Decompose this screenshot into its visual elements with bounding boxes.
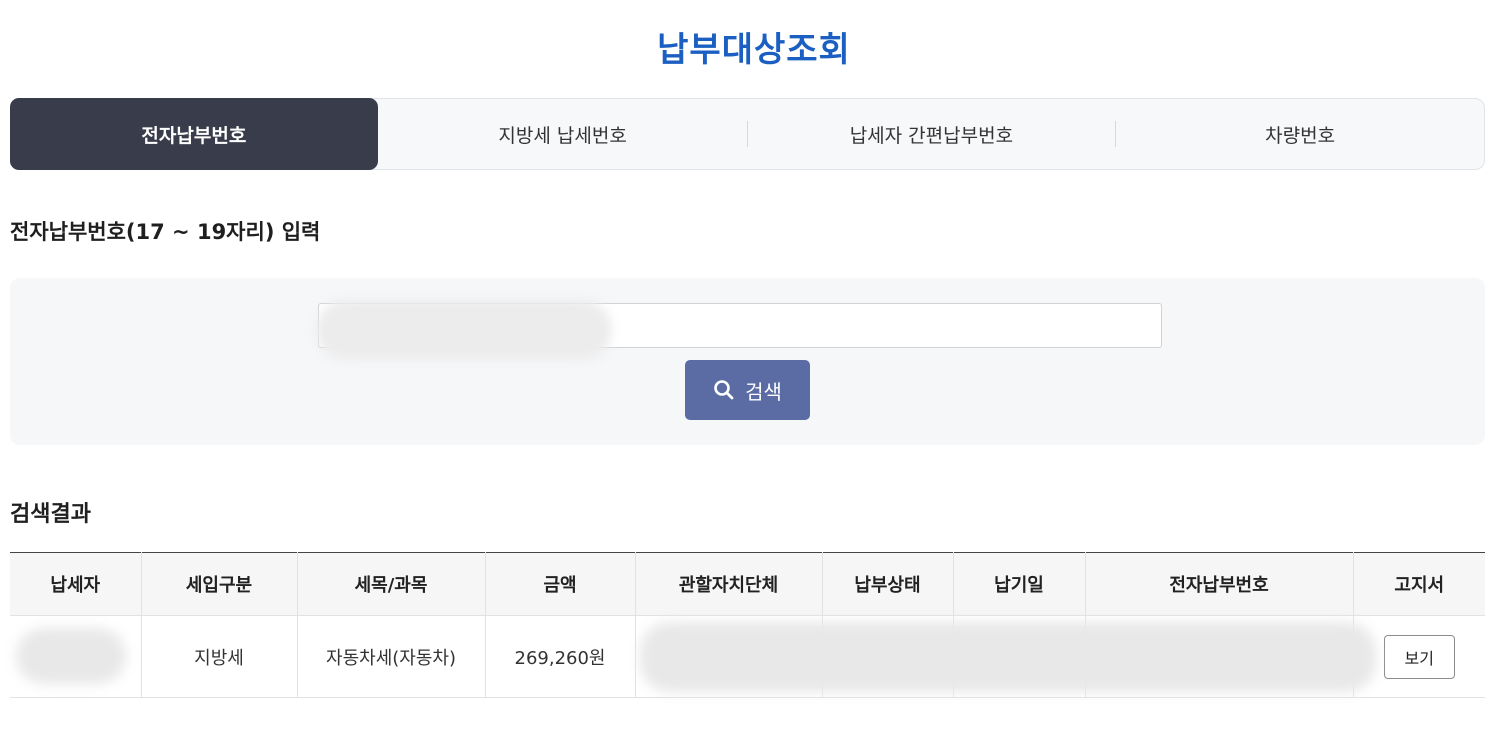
search-button[interactable]: 검색: [685, 360, 810, 420]
tax-item-cell: 자동차세(자동차): [297, 615, 486, 698]
column-header: 금액: [485, 552, 636, 616]
search-button-label: 검색: [745, 379, 782, 404]
results-table: 납세자 세입구분 세목/과목 금액 관할자치단체 납부상태 납기일 전자납부번호…: [10, 552, 1485, 698]
tab-electronic-payment-number[interactable]: 전자납부번호: [10, 98, 378, 170]
column-header: 관할자치단체: [635, 552, 823, 616]
column-header: 전자납부번호: [1085, 552, 1354, 616]
column-header: 납부상태: [822, 552, 954, 616]
jurisdiction-cell: [635, 615, 1376, 698]
column-header: 고지서: [1353, 552, 1485, 616]
search-type-tabs: 전자납부번호 지방세 납세번호 납세자 간편납부번호 차량번호: [10, 98, 1485, 170]
column-header: 납기일: [953, 552, 1086, 616]
redacted-taxpayer: [16, 628, 126, 684]
view-notice-button[interactable]: 보기: [1383, 634, 1455, 679]
tab-local-tax-number[interactable]: 지방세 납세번호: [379, 99, 747, 169]
page-title: 납부대상조회: [657, 30, 851, 70]
revenue-type-cell: 지방세: [141, 615, 298, 698]
tab-simple-payment-number[interactable]: 납세자 간편납부번호: [748, 99, 1116, 169]
tab-vehicle-number[interactable]: 차량번호: [1116, 99, 1484, 169]
taxpayer-cell: [10, 615, 142, 698]
amount-cell: 269,260원: [485, 615, 636, 698]
column-header: 납세자: [10, 552, 142, 616]
redacted-input-value: [316, 300, 612, 360]
search-panel: 검색: [10, 278, 1485, 445]
table-row: 지방세 자동차세(자동차) 269,260원 보기: [10, 615, 1485, 698]
results-heading: 검색결과: [10, 502, 91, 527]
input-heading: 전자납부번호(17 ~ 19자리) 입력: [10, 220, 321, 244]
table-header-row: 납세자 세입구분 세목/과목 금액 관할자치단체 납부상태 납기일 전자납부번호…: [10, 552, 1485, 616]
column-header: 세입구분: [141, 552, 298, 616]
redacted-row-details: [639, 622, 1376, 692]
search-icon: [713, 379, 735, 401]
column-header: 세목/과목: [297, 552, 486, 616]
